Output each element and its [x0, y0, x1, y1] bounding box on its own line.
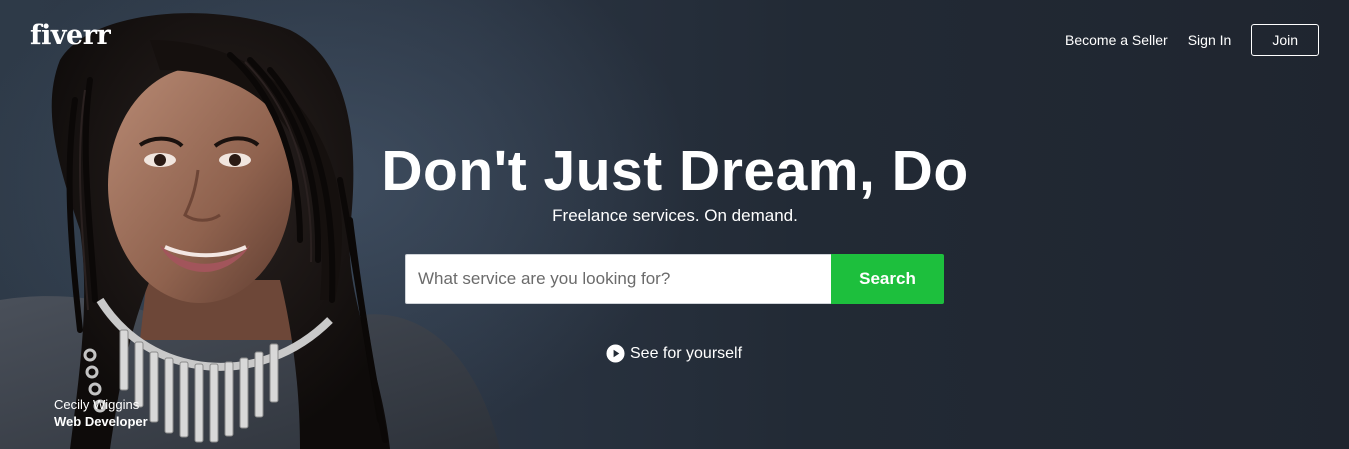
top-nav: Become a Seller Sign In Join	[1045, 24, 1319, 56]
sign-in-link[interactable]: Sign In	[1188, 24, 1232, 56]
join-button[interactable]: Join	[1251, 24, 1319, 56]
see-for-yourself-label: See for yourself	[630, 344, 743, 362]
see-for-yourself-link[interactable]: See for yourself	[606, 344, 742, 363]
hero-headline: Don't Just Dream, Do	[381, 139, 969, 203]
search-input[interactable]	[405, 254, 831, 304]
search-bar: Search	[405, 254, 944, 304]
person-title: Web Developer	[54, 414, 148, 429]
become-seller-link[interactable]: Become a Seller	[1065, 24, 1168, 56]
search-button[interactable]: Search	[831, 254, 944, 304]
person-caption: Cecily Wiggins Web Developer	[54, 396, 148, 430]
hero-banner: fiverr Become a Seller Sign In Join Don'…	[0, 0, 1349, 449]
fiverr-logo[interactable]: fiverr	[30, 20, 111, 51]
person-name: Cecily Wiggins	[54, 397, 140, 412]
play-circle-icon	[606, 344, 625, 363]
hero-subheadline: Freelance services. On demand.	[552, 206, 798, 225]
